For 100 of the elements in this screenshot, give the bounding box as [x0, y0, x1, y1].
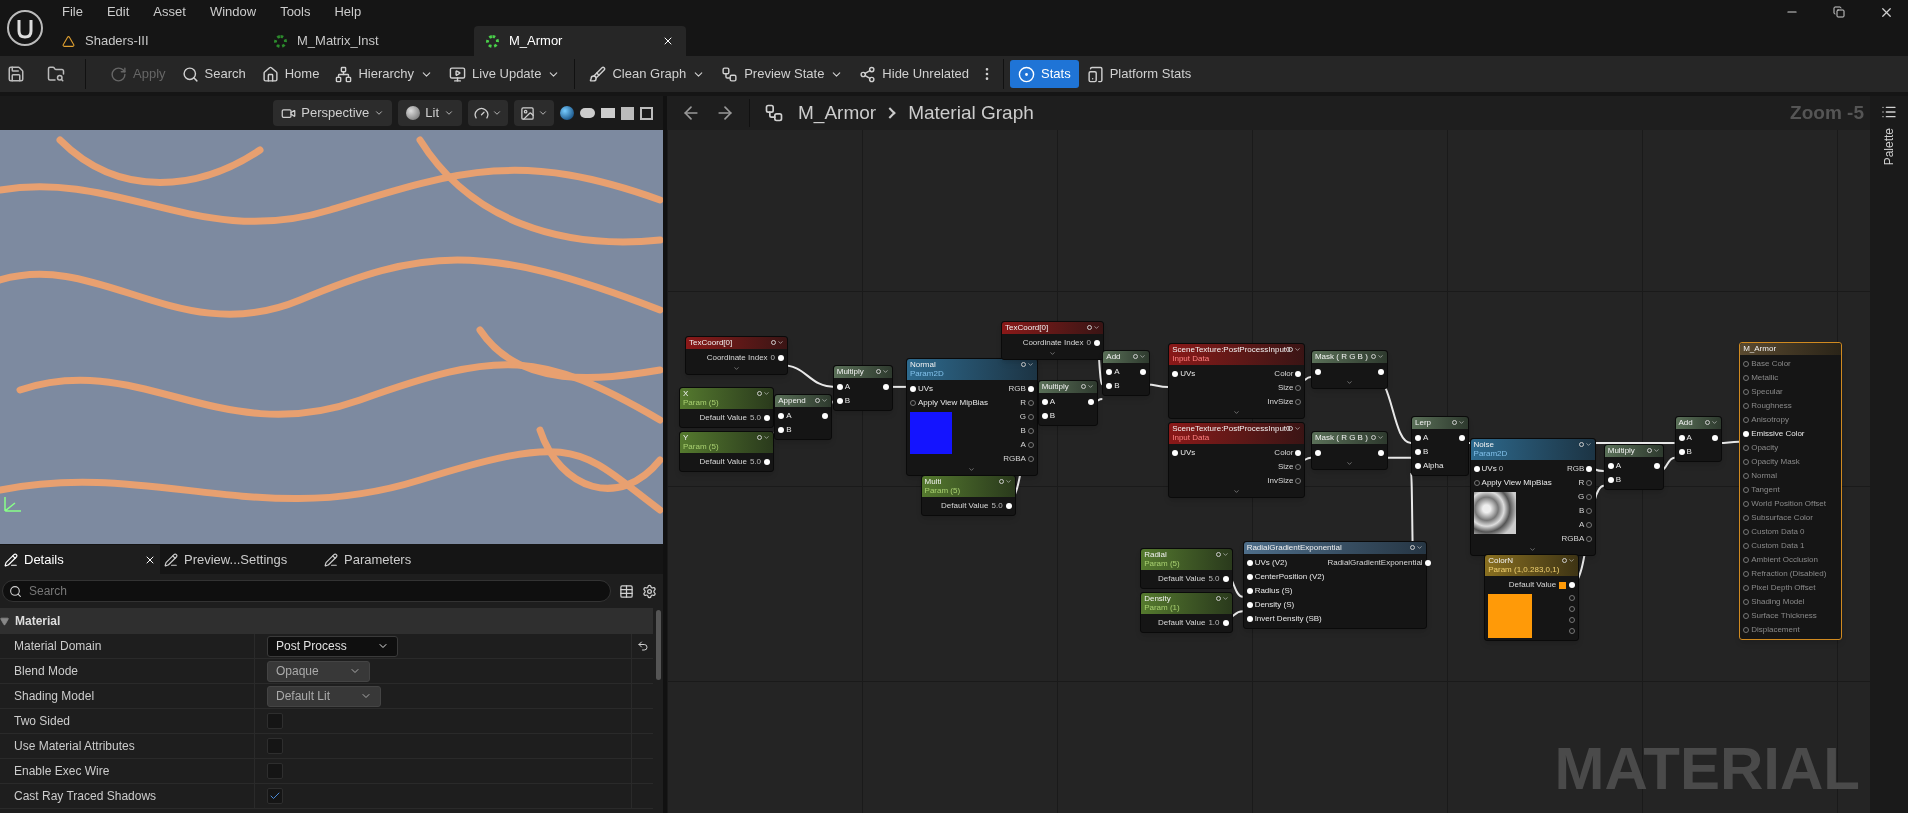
pin-icon[interactable] — [1415, 463, 1421, 470]
panel-tab[interactable]: Parameters — [320, 545, 480, 574]
pin-icon[interactable] — [836, 397, 843, 404]
pin-icon[interactable] — [1678, 435, 1685, 442]
graph-node[interactable]: Density Param (1) Default Value 1.0 — [1140, 591, 1233, 633]
menu-item[interactable]: Asset — [145, 2, 194, 22]
toolbar-button[interactable]: Hierarchy — [327, 60, 442, 88]
caret-icon[interactable] — [763, 433, 771, 441]
caret-icon[interactable] — [1711, 419, 1719, 427]
caret-icon[interactable] — [821, 397, 829, 405]
graph-node[interactable]: Multiply A B — [832, 364, 894, 411]
pin-icon[interactable] — [1139, 369, 1146, 376]
pin-icon[interactable] — [1246, 573, 1253, 580]
caret-icon[interactable] — [1568, 557, 1576, 564]
pin-icon[interactable] — [778, 354, 785, 361]
scrollbar-thumb[interactable] — [655, 610, 661, 680]
toolbar-button[interactable]: Search — [173, 60, 254, 88]
lighting-dropdown[interactable]: Lit — [398, 100, 462, 126]
pin-icon[interactable] — [1424, 559, 1431, 566]
close-tab-icon[interactable] — [662, 35, 674, 47]
sphere-preview-icon[interactable] — [560, 106, 574, 120]
pin-icon[interactable] — [1027, 385, 1034, 392]
pin-icon[interactable] — [778, 427, 785, 434]
settings-icon[interactable] — [642, 583, 657, 599]
browse-icon[interactable] — [47, 65, 65, 83]
expand-caret-icon[interactable] — [1529, 546, 1537, 554]
panel-tab[interactable]: Preview...Settings — [160, 545, 320, 574]
caret-icon[interactable] — [1294, 345, 1302, 353]
caret-icon[interactable] — [1653, 447, 1661, 455]
pin-icon[interactable] — [1172, 450, 1179, 457]
view-mode-dropdown[interactable]: Perspective — [273, 100, 393, 126]
toolbar-button[interactable]: Platform Stats — [1078, 60, 1200, 88]
mesh-preview-icon[interactable] — [640, 106, 653, 120]
pin-icon[interactable] — [1743, 430, 1750, 437]
pin-icon[interactable] — [1415, 435, 1421, 442]
pin-icon[interactable] — [1041, 398, 1048, 405]
pin-icon[interactable] — [836, 383, 843, 390]
reset-icon[interactable] — [636, 640, 649, 652]
restore-icon[interactable] — [1833, 6, 1845, 18]
breadcrumb[interactable]: M_Armor — [798, 98, 877, 128]
value-field[interactable]: 1.0 — [1208, 618, 1220, 627]
pin-icon[interactable] — [1106, 383, 1113, 390]
pin-icon[interactable] — [1607, 463, 1614, 470]
save-icon[interactable] — [7, 65, 25, 83]
pin-icon[interactable] — [822, 413, 829, 420]
pin-icon[interactable] — [1041, 412, 1048, 419]
caret-icon[interactable] — [777, 338, 785, 346]
pin-icon[interactable] — [1088, 398, 1095, 405]
expand-caret-icon[interactable] — [1233, 408, 1241, 416]
menu-item[interactable]: Edit — [98, 2, 138, 22]
expand-caret-icon[interactable] — [1345, 459, 1353, 467]
caret-icon[interactable] — [1087, 382, 1095, 390]
cube-preview-icon[interactable] — [621, 106, 634, 120]
checkbox[interactable] — [267, 763, 283, 779]
toolbar-button[interactable]: Home — [253, 60, 328, 88]
caret-icon[interactable] — [882, 367, 890, 375]
toolbar-button[interactable]: Hide Unrelated — [851, 60, 978, 88]
expand-caret-icon[interactable] — [1345, 379, 1353, 387]
pin-icon[interactable] — [1094, 340, 1101, 346]
show-options-button[interactable] — [514, 100, 554, 126]
graph-node[interactable]: TexCoord[0] Coordinate Index 0 — [1001, 321, 1105, 360]
graph-node[interactable]: Mask ( R G B ) — [1310, 350, 1388, 390]
expand-caret-icon[interactable] — [733, 364, 741, 372]
graph-node[interactable]: TexCoord[0] Coordinate Index 0 — [685, 335, 789, 375]
menu-item[interactable]: Help — [326, 2, 370, 22]
graph-node[interactable]: ColorN Param (1,0.283,0,1) Default Value — [1484, 554, 1580, 641]
breadcrumb[interactable]: Material Graph — [908, 98, 1034, 128]
pin-icon[interactable] — [1246, 559, 1253, 566]
caret-icon[interactable] — [1026, 360, 1034, 368]
caret-icon[interactable] — [1221, 550, 1229, 558]
graph-node[interactable]: Multi Param (5) Default Value 5.0 — [920, 474, 1016, 516]
caret-icon[interactable] — [1458, 419, 1466, 427]
expand-caret-icon[interactable] — [968, 465, 976, 473]
toolbar-button[interactable]: Preview State — [713, 60, 852, 88]
graph-node[interactable]: Radial Param (5) Default Value 5.0 — [1140, 547, 1233, 589]
toolbar-button[interactable]: Live Update — [441, 60, 569, 88]
expand-caret-icon[interactable] — [1233, 488, 1241, 496]
pin-icon[interactable] — [1222, 575, 1229, 582]
pin-icon[interactable] — [1377, 369, 1384, 376]
palette-tab[interactable]: Palette — [1870, 96, 1908, 813]
cylinder-preview-icon[interactable] — [580, 108, 595, 118]
menu-item[interactable]: Window — [201, 2, 265, 22]
graph-node[interactable]: Y Param (5) Default Value 5.0 — [679, 430, 775, 472]
graph-node[interactable]: Noise Param2D UVs 0 Apply View MipBias RGB R G B A RGBA — [1469, 438, 1597, 557]
pin-icon[interactable] — [1314, 449, 1321, 456]
pin-icon[interactable] — [883, 383, 890, 390]
graph-node[interactable] — [1739, 341, 1843, 640]
caret-icon[interactable] — [1585, 441, 1593, 449]
section-header[interactable]: Material — [0, 608, 653, 634]
pin-icon[interactable] — [1415, 449, 1421, 456]
caret-icon[interactable] — [1138, 353, 1146, 361]
caret-icon[interactable] — [763, 389, 771, 397]
menu-item[interactable]: File — [54, 2, 91, 22]
pin-icon[interactable] — [1678, 449, 1685, 456]
menu-item[interactable]: Tools — [272, 2, 319, 22]
graph-node[interactable]: Normal Param2D UVs Apply View MipBias RGB R G B A RGBA — [905, 357, 1038, 476]
toolbar-button[interactable]: Clean Graph — [581, 60, 714, 88]
pin-icon[interactable] — [778, 413, 785, 420]
table-view-icon[interactable] — [619, 583, 634, 599]
pin-icon[interactable] — [909, 385, 916, 392]
